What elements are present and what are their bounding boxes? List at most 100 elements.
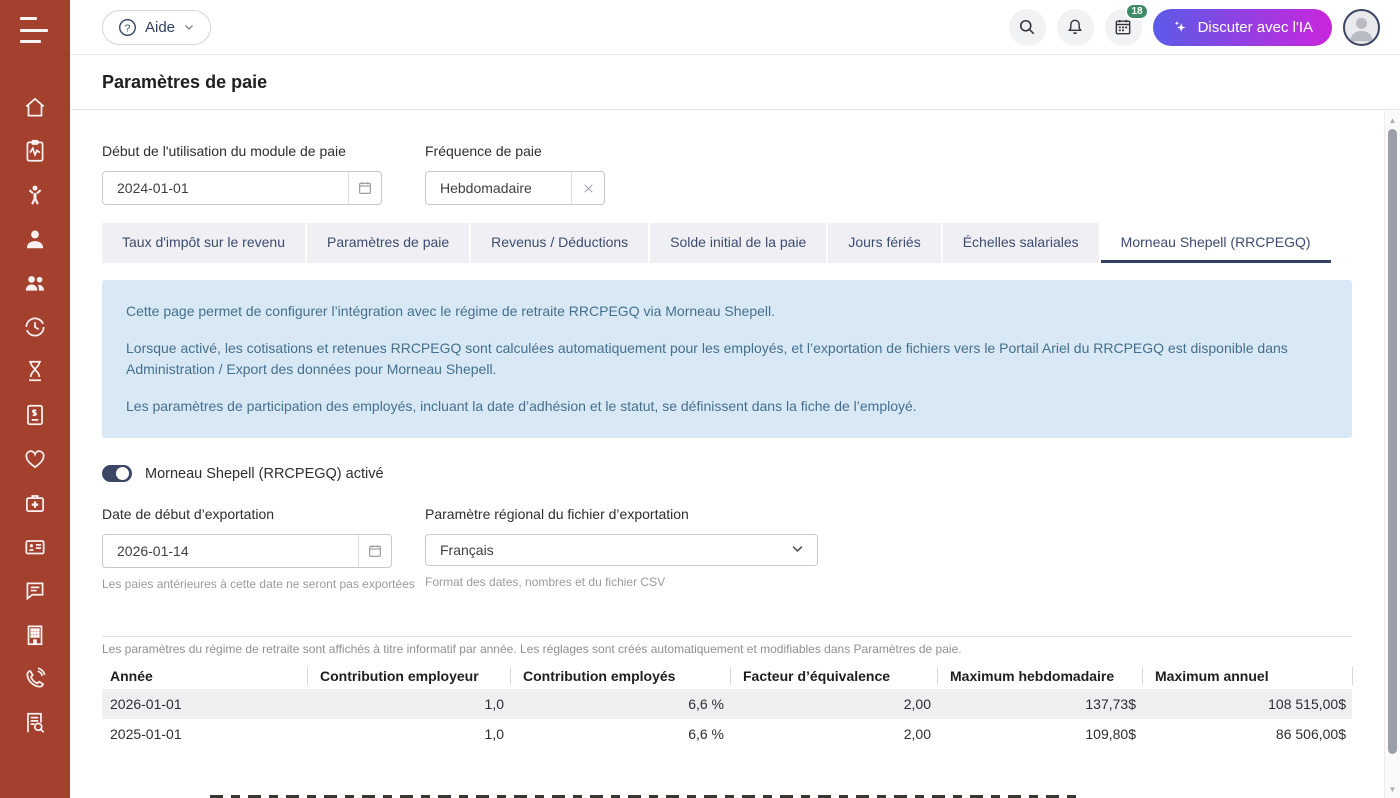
search-button[interactable] — [1009, 9, 1046, 46]
help-button[interactable]: ? Aide — [102, 10, 211, 45]
table-cell: 1,0 — [307, 696, 510, 712]
sidebar-item-first-aid-kit[interactable] — [13, 483, 57, 527]
clock-icon — [22, 314, 48, 345]
calendar-button[interactable]: 18 — [1105, 9, 1142, 46]
main-area: ? Aide 18 Discuter avec l'IA — [70, 0, 1400, 798]
help-label: Aide — [145, 19, 175, 36]
table-caption: Les paramètres du régime de retraite son… — [102, 642, 1352, 656]
payroll-start-label: Début de l'utilisation du module de paie — [102, 143, 425, 159]
scroll-down-icon[interactable]: ▼ — [1385, 782, 1400, 796]
table-row[interactable]: 2025-01-011,06,6 %2,00109,80$86 506,00$ — [102, 719, 1352, 749]
menu-icon[interactable] — [20, 17, 50, 43]
chevron-down-icon — [183, 21, 195, 33]
sidebar-item-clock[interactable] — [13, 307, 57, 351]
sidebar — [0, 0, 70, 798]
tab-bar: Taux d'impôt sur le revenuParamètres de … — [102, 223, 1352, 263]
pay-frequency-input[interactable]: Hebdomadaire — [425, 171, 605, 205]
sidebar-item-heart[interactable] — [13, 439, 57, 483]
table-cell: 6,6 % — [510, 726, 730, 742]
sidebar-item-child[interactable] — [13, 175, 57, 219]
sidebar-item-phone[interactable] — [13, 659, 57, 703]
calendar-icon — [1113, 17, 1133, 37]
id-card-icon — [22, 534, 48, 565]
health-report-icon — [22, 138, 48, 169]
sidebar-item-pay-statement[interactable] — [13, 395, 57, 439]
table-cell: 2,00 — [730, 726, 937, 742]
sidebar-item-building[interactable] — [13, 615, 57, 659]
payroll-start-input[interactable]: 2024-01-01 — [102, 171, 382, 205]
building-icon — [22, 622, 48, 653]
table-cell: 109,80$ — [937, 726, 1142, 742]
info-paragraph-1: Lorsque activé, les cotisations et reten… — [126, 338, 1328, 380]
export-date-input[interactable]: 2026-01-14 — [102, 534, 392, 568]
scrollbar-thumb[interactable] — [1388, 129, 1397, 754]
info-panel: Cette page permet de configurer l’intégr… — [102, 280, 1352, 438]
hourglass-icon — [22, 358, 48, 389]
chat-ai-button[interactable]: Discuter avec l'IA — [1153, 9, 1332, 46]
table-cell: 6,6 % — [510, 696, 730, 712]
table-cell: 2026-01-01 — [102, 696, 307, 712]
date-picker-icon[interactable] — [358, 535, 391, 567]
export-locale-helper: Format des dates, nombres et du fichier … — [425, 575, 818, 589]
export-locale-select[interactable]: Français — [425, 534, 818, 566]
pension-table: Les paramètres du régime de retraite son… — [102, 636, 1352, 749]
question-icon: ? — [118, 18, 137, 37]
svg-text:?: ? — [125, 23, 131, 34]
toggle-label: Morneau Shepell (RRCPEGQ) activé — [145, 466, 384, 482]
tab-5[interactable]: Échelles salariales — [943, 223, 1099, 263]
table-cell: 2,00 — [730, 696, 937, 712]
tab-2[interactable]: Revenus / Déductions — [471, 223, 648, 263]
report-search-icon — [22, 710, 48, 741]
date-picker-icon[interactable] — [348, 172, 381, 204]
info-paragraph-2: Les paramètres de participation des empl… — [126, 396, 1328, 417]
pay-frequency-value: Hebdomadaire — [426, 172, 571, 204]
chat-ai-label: Discuter avec l'IA — [1198, 19, 1313, 36]
calendar-badge: 18 — [1125, 3, 1148, 20]
title-bar: Paramètres de paie — [70, 55, 1400, 110]
child-icon — [22, 182, 48, 213]
user-silhouette-icon — [1345, 11, 1378, 44]
scroll-up-icon[interactable]: ▲ — [1385, 113, 1400, 127]
bell-icon — [1065, 17, 1085, 37]
column-header: Facteur d’équivalence — [730, 667, 937, 685]
tab-3[interactable]: Solde initial de la paie — [650, 223, 826, 263]
sidebar-item-id-card[interactable] — [13, 527, 57, 571]
table-body: 2026-01-011,06,6 %2,00137,73$108 515,00$… — [102, 689, 1352, 749]
table-cell: 86 506,00$ — [1142, 726, 1352, 742]
tab-6[interactable]: Morneau Shepell (RRCPEGQ) — [1101, 223, 1331, 263]
sidebar-item-health-report[interactable] — [13, 131, 57, 175]
phone-icon — [22, 666, 48, 697]
export-date-value: 2026-01-14 — [103, 535, 358, 567]
pay-frequency-label: Fréquence de paie — [425, 143, 605, 159]
export-date-label: Date de début d’exportation — [102, 506, 425, 522]
sidebar-item-employee[interactable] — [13, 219, 57, 263]
page-title: Paramètres de paie — [102, 72, 267, 93]
export-locale-value: Français — [440, 542, 494, 558]
tab-4[interactable]: Jours fériés — [828, 223, 940, 263]
search-icon — [1017, 17, 1037, 37]
column-header: Maximum annuel — [1142, 667, 1352, 685]
vertical-scrollbar[interactable]: ▲ ▼ — [1384, 111, 1400, 798]
column-header: Année — [102, 668, 307, 684]
first-aid-kit-icon — [22, 490, 48, 521]
morneau-shepell-toggle[interactable] — [102, 465, 132, 482]
sidebar-item-report-search[interactable] — [13, 703, 57, 747]
people-icon — [22, 270, 48, 301]
employee-icon — [22, 226, 48, 257]
sidebar-nav — [13, 87, 57, 747]
sidebar-item-home[interactable] — [13, 87, 57, 131]
tab-1[interactable]: Paramètres de paie — [307, 223, 469, 263]
sidebar-item-hourglass[interactable] — [13, 351, 57, 395]
pay-statement-icon — [22, 402, 48, 433]
table-cell: 108 515,00$ — [1142, 696, 1352, 712]
tab-0[interactable]: Taux d'impôt sur le revenu — [102, 223, 305, 263]
sidebar-item-people[interactable] — [13, 263, 57, 307]
home-icon — [22, 94, 48, 125]
notifications-button[interactable] — [1057, 9, 1094, 46]
avatar[interactable] — [1343, 9, 1380, 46]
table-row[interactable]: 2026-01-011,06,6 %2,00137,73$108 515,00$ — [102, 689, 1352, 719]
column-header: Contribution employeur — [307, 667, 510, 685]
sidebar-item-chat[interactable] — [13, 571, 57, 615]
clear-icon[interactable] — [571, 172, 604, 204]
export-locale-label: Paramètre régional du fichier d’exportat… — [425, 506, 818, 522]
